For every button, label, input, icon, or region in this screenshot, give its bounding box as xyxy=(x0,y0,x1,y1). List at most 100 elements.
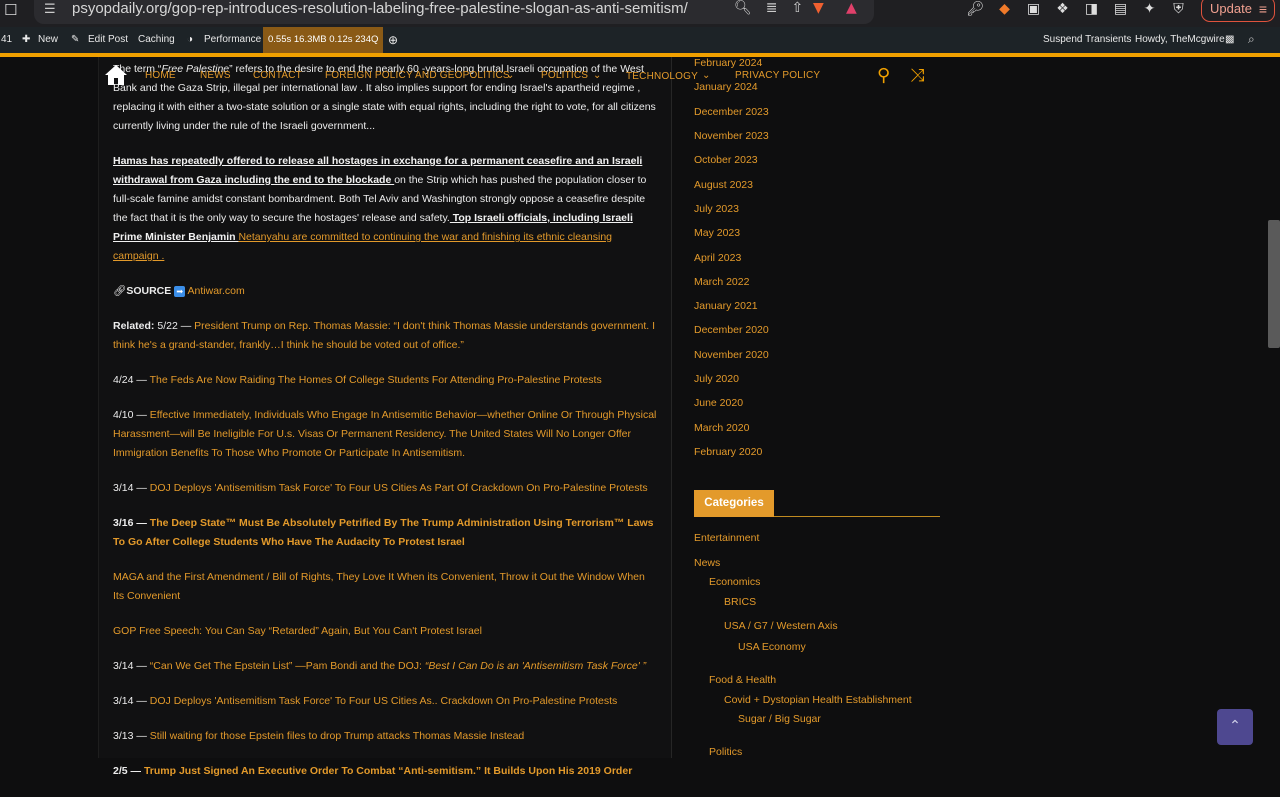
category-link[interactable]: Entertainment xyxy=(694,532,759,544)
category-link[interactable]: Economics xyxy=(709,576,760,588)
categories-widget-header: Categories xyxy=(694,490,940,517)
brave-shield-icon[interactable]: ▼ xyxy=(813,0,824,16)
howdy-user[interactable]: Howdy, TheMcgwire xyxy=(1135,27,1225,53)
item-link[interactable]: “Can We Get The Epstein List” —Pam Bondi… xyxy=(150,660,425,672)
url-text[interactable]: psyopdaily.org/gop-rep-introduces-resolu… xyxy=(72,0,688,18)
suspend-transients-button[interactable]: Suspend Transients xyxy=(1043,27,1131,53)
address-bar-actions: 🔍︎ ≣ ⇧ xyxy=(734,0,803,18)
fox-extension-icon[interactable]: ◆ xyxy=(995,0,1014,18)
admin-count[interactable]: 41 xyxy=(1,27,12,53)
archive-link[interactable]: May 2023 xyxy=(694,227,740,239)
arrow-right-icon: ➡ xyxy=(174,286,186,297)
performance-icon: ◑ xyxy=(187,34,194,45)
edit-post-button[interactable]: Edit Post xyxy=(88,27,128,53)
archive-link[interactable]: October 2023 xyxy=(694,154,758,166)
item-date: 3/14 — xyxy=(113,482,150,494)
update-button[interactable]: Update ≡ xyxy=(1201,0,1275,22)
bookmark-icon[interactable]: ☐ xyxy=(4,1,20,19)
archive-link[interactable]: November 2023 xyxy=(694,130,769,142)
update-label: Update xyxy=(1210,1,1252,16)
archive-link[interactable]: January 2021 xyxy=(694,300,758,312)
zoom-icon[interactable]: 🔍︎ xyxy=(734,0,752,18)
category-link[interactable]: News xyxy=(694,557,720,569)
archive-link[interactable]: March 2020 xyxy=(694,422,749,434)
archive-link[interactable]: February 2020 xyxy=(694,446,762,458)
caching-button[interactable]: Caching xyxy=(138,27,175,53)
plus-icon: ✚ xyxy=(22,34,31,45)
puzzle-extensions-icon[interactable]: ❖ xyxy=(1053,0,1072,18)
category-link[interactable]: Sugar / Big Sugar xyxy=(738,713,821,725)
archive-link[interactable]: June 2020 xyxy=(694,397,743,409)
key-extension-icon[interactable]: 🔑︎ xyxy=(966,0,985,18)
item-link[interactable]: Trump Just Signed An Executive Order To … xyxy=(144,765,632,777)
list-item: 3/16 — The Deep State™ Must Be Absolutel… xyxy=(113,514,658,552)
item-link[interactable]: The Feds Are Now Raiding The Homes Of Co… xyxy=(150,374,602,386)
item-link-italic[interactable]: “Best I Can Do is an 'Antisemitism Task … xyxy=(425,660,646,672)
archive-link[interactable]: April 2023 xyxy=(694,252,741,264)
category-link[interactable]: BRICS xyxy=(724,596,756,608)
home-icon[interactable] xyxy=(104,64,128,86)
item-link[interactable]: Still waiting for those Epstein files to… xyxy=(150,730,524,742)
archive-link[interactable]: January 2024 xyxy=(694,81,758,93)
item-date: 3/14 — xyxy=(113,695,150,707)
category-link[interactable]: Food & Health xyxy=(709,674,776,686)
scrollbar-thumb[interactable] xyxy=(1268,220,1280,348)
nav-home[interactable]: HOME xyxy=(145,70,176,81)
archive-link[interactable]: July 2020 xyxy=(694,373,739,385)
source-line: 🔗︎SOURCE ➡ Antiwar.com xyxy=(113,282,658,301)
admin-search-icon[interactable]: ⌕ xyxy=(1248,32,1255,47)
leo-ai-icon[interactable]: ✦ xyxy=(1140,0,1159,18)
query-monitor-stats[interactable]: 0.55s 16.3MB 0.12s 234Q xyxy=(263,27,383,53)
item-link[interactable]: Effective Immediately, Individuals Who E… xyxy=(113,409,656,459)
nav-technology[interactable]: TECHNOLOGY xyxy=(626,71,698,82)
archive-link[interactable]: March 2022 xyxy=(694,276,749,288)
item-link[interactable]: MAGA and the First Amendment / Bill of R… xyxy=(113,571,645,602)
nav-news[interactable]: NEWS xyxy=(200,70,231,81)
add-circle-icon[interactable]: ⊕ xyxy=(388,27,398,53)
address-bar[interactable]: ☰ psyopdaily.org/gop-rep-introduces-reso… xyxy=(34,0,874,24)
shuffle-icon[interactable]: ⤨ xyxy=(910,65,924,86)
archive-link[interactable]: August 2023 xyxy=(694,179,753,191)
archive-link[interactable]: November 2020 xyxy=(694,349,769,361)
archive-link[interactable]: July 2023 xyxy=(694,203,739,215)
clipboard-extension-icon[interactable]: ▣ xyxy=(1024,0,1043,18)
scroll-to-top-button[interactable]: ⌃ xyxy=(1217,709,1253,745)
performance-button[interactable]: Performance xyxy=(204,27,261,53)
chevron-down-icon: ⌄ xyxy=(506,70,515,81)
item-link[interactable]: DOJ Deploys 'Antisemitism Task Force' To… xyxy=(150,695,618,707)
category-link[interactable]: USA / G7 / Western Axis xyxy=(724,620,838,632)
item-date: 4/24 — xyxy=(113,374,150,386)
list-item: 2/5 — Trump Just Signed An Executive Ord… xyxy=(113,762,658,781)
related-link[interactable]: President Trump on Rep. Thomas Massie: “… xyxy=(113,320,655,351)
share-icon[interactable]: ⇧ xyxy=(792,0,804,18)
article-body: The term “Free Palestine” refers to the … xyxy=(113,60,658,797)
rewards-icon[interactable]: ▲ xyxy=(846,0,857,16)
item-link[interactable]: GOP Free Speech: You Can Say “Retarded” … xyxy=(113,625,482,637)
site-settings-icon[interactable]: ☰ xyxy=(44,2,56,17)
nav-contact[interactable]: CONTACT xyxy=(253,70,302,81)
archive-link[interactable]: December 2023 xyxy=(694,106,769,118)
item-link[interactable]: DOJ Deploys 'Antisemitism Task Force' To… xyxy=(150,482,648,494)
sidebar-icon[interactable]: ◨ xyxy=(1082,0,1101,18)
category-link[interactable]: Covid + Dystopian Health Establishment xyxy=(724,694,912,706)
avatar[interactable]: ▩ xyxy=(1225,27,1234,53)
item-link[interactable]: The Deep State™ Must Be Absolutely Petri… xyxy=(113,517,653,548)
source-link[interactable]: Antiwar.com xyxy=(188,285,245,297)
new-button[interactable]: New xyxy=(38,27,58,53)
list-item: MAGA and the First Amendment / Bill of R… xyxy=(113,568,658,606)
source-label: SOURCE xyxy=(126,285,172,297)
search-icon[interactable]: ⚲ xyxy=(877,65,890,86)
category-link[interactable]: USA Economy xyxy=(738,641,806,653)
archive-link[interactable]: February 2024 xyxy=(694,57,762,69)
archive-link[interactable]: December 2020 xyxy=(694,324,769,336)
list-item: 4/10 — Effective Immediately, Individual… xyxy=(113,406,658,463)
vpn-icon[interactable]: ⛨ xyxy=(1169,0,1188,18)
item-date: 3/16 — xyxy=(113,517,150,529)
nav-foreign-policy[interactable]: FOREIGN POLICY AND GEOPOLITICS xyxy=(325,70,510,81)
category-link[interactable]: Politics xyxy=(709,746,742,758)
reader-icon[interactable]: ≣ xyxy=(766,0,778,18)
nav-politics[interactable]: POLITICS xyxy=(541,70,588,81)
nav-privacy-policy[interactable]: PRIVACY POLICY xyxy=(735,70,820,81)
wallet-icon[interactable]: ▤ xyxy=(1111,0,1130,18)
categories-title: Categories xyxy=(694,490,774,517)
